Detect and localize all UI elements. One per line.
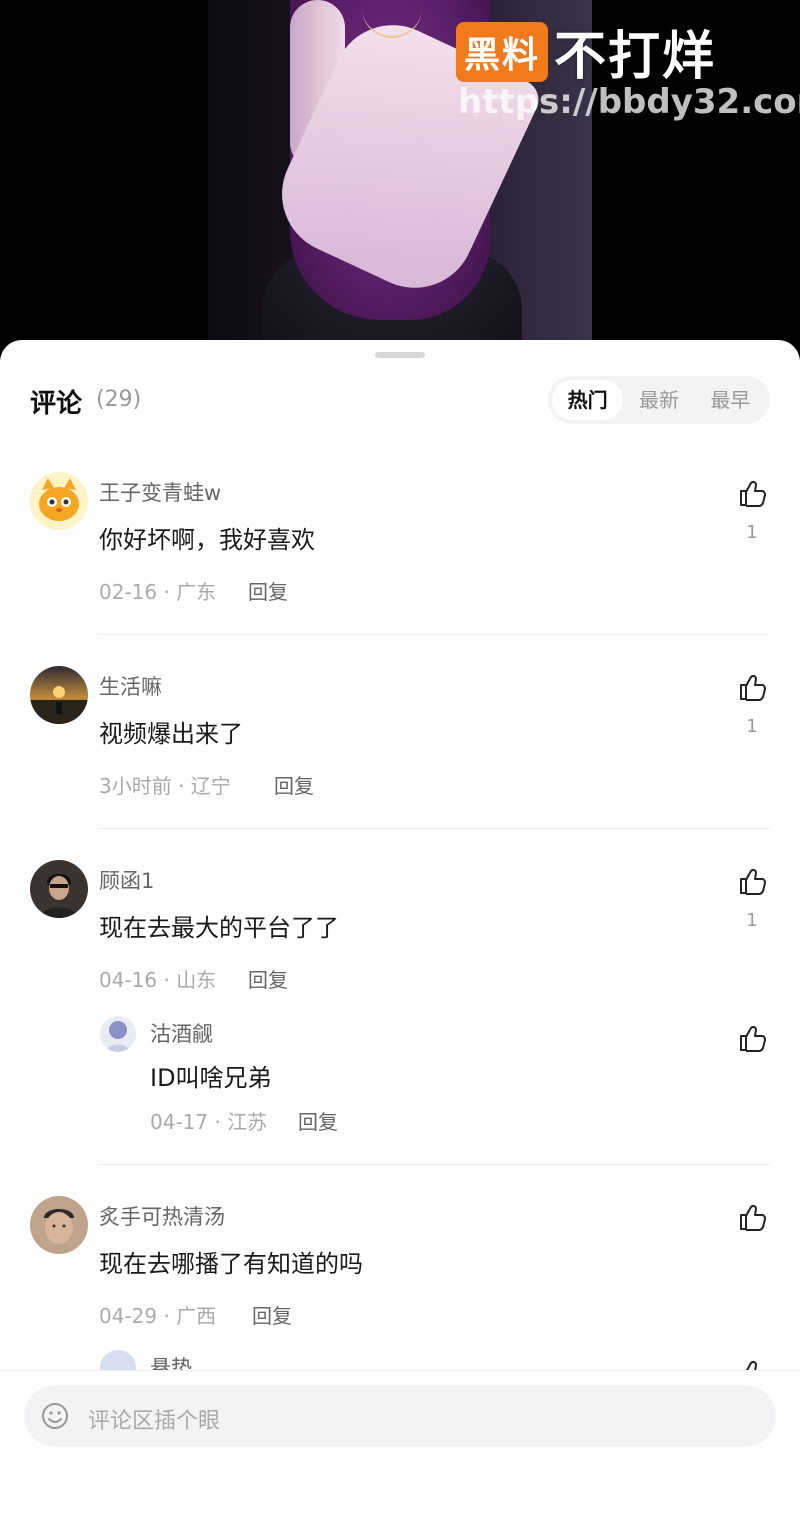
emoji-icon[interactable]	[40, 1401, 70, 1431]
illustration-avatar-icon	[106, 1021, 130, 1052]
avatar[interactable]	[30, 472, 88, 530]
like-count: 1	[746, 716, 758, 737]
comment-meta: 04-29 · 广西	[99, 1304, 217, 1328]
person-avatar-icon	[44, 1209, 74, 1244]
sort-tabs: 热门 最新 最早	[548, 376, 770, 424]
watermark-text: 不打烊	[554, 27, 717, 87]
avatar[interactable]	[100, 1350, 136, 1370]
divider	[98, 1164, 770, 1165]
video-player[interactable]: 黑料 不打烊 https://bbdy32.com	[0, 0, 800, 360]
reply-button[interactable]: 回复	[274, 770, 314, 799]
tab-newest[interactable]: 最新	[623, 380, 694, 420]
thumbs-up-icon[interactable]	[737, 1023, 767, 1053]
comment-text: 现在去最大的平台了了	[99, 914, 339, 942]
sunset-avatar-icon	[30, 686, 88, 724]
comments-count: (29)	[96, 387, 142, 412]
avatar[interactable]	[100, 1016, 136, 1052]
reply-text: ID叫啥兄弟	[150, 1064, 272, 1092]
avatar[interactable]	[30, 666, 88, 724]
avatar[interactable]	[30, 1196, 88, 1254]
thumbs-up-icon[interactable]	[737, 1358, 767, 1370]
watermark-badge: 黑料	[456, 21, 549, 82]
avatar[interactable]	[30, 860, 88, 918]
reply-button[interactable]: 回复	[248, 964, 288, 993]
reply-meta: 04-17 · 江苏	[150, 1110, 268, 1134]
comment-text: 现在去哪播了有知道的吗	[99, 1250, 363, 1278]
reply-username[interactable]: 沽酒觎	[150, 1018, 213, 1048]
tab-hot[interactable]: 热门	[552, 380, 624, 420]
comment-text: 你好坏啊，我好喜欢	[99, 526, 315, 554]
watermark-url: https://bbdy32.com	[458, 82, 800, 122]
comments-title: 评论	[30, 389, 83, 419]
comment-input-bar: 评论区插个眼	[0, 1370, 800, 1532]
comment-item: 悬垫	[0, 1350, 800, 1370]
thumbs-up-icon[interactable]	[737, 478, 767, 508]
reply-button[interactable]: 回复	[252, 1300, 292, 1329]
comment-username[interactable]: 炙手可热清汤	[99, 1201, 225, 1231]
reply-button[interactable]: 回复	[248, 576, 288, 605]
reply-username[interactable]: 悬垫	[150, 1352, 192, 1370]
reply-button[interactable]: 回复	[298, 1106, 338, 1135]
comment-input[interactable]: 评论区插个眼	[24, 1385, 776, 1447]
like-count: 1	[746, 910, 758, 931]
cat-avatar-icon	[30, 472, 88, 530]
comment-input-placeholder: 评论区插个眼	[88, 1409, 221, 1434]
person-avatar-icon	[40, 874, 78, 918]
comment-text: 视频爆出来了	[99, 720, 243, 748]
thumbs-up-icon[interactable]	[737, 672, 767, 702]
divider	[98, 828, 770, 829]
divider	[98, 634, 770, 635]
comment-username[interactable]: 顾函1	[99, 865, 154, 895]
drag-handle[interactable]	[375, 352, 425, 358]
comment-meta: 04-16 · 山东	[99, 968, 217, 992]
comment-meta: 02-16 · 广东	[99, 580, 217, 604]
watermark: 黑料 不打烊	[456, 14, 716, 89]
comment-username[interactable]: 生活嘛	[99, 671, 162, 701]
tab-oldest[interactable]: 最早	[695, 380, 766, 420]
thumbs-up-icon[interactable]	[737, 1202, 767, 1232]
comment-username[interactable]: 王子变青蛙w	[99, 477, 221, 507]
comment-meta: 3小时前 · 辽宁	[99, 774, 231, 798]
thumbs-up-icon[interactable]	[737, 866, 767, 896]
like-count: 1	[746, 522, 758, 543]
